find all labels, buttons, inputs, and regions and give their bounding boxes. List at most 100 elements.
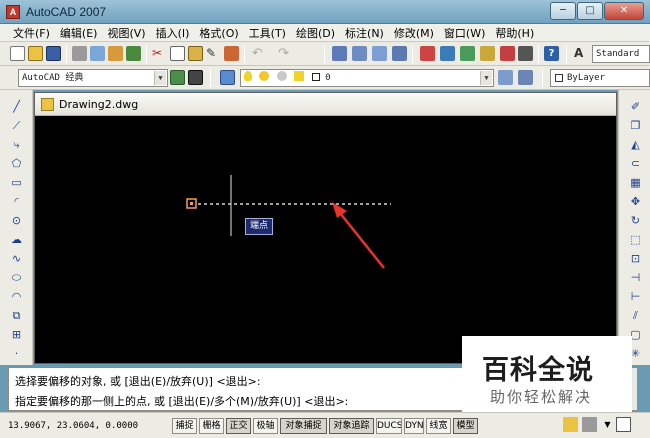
match-properties-icon[interactable]: ✎ xyxy=(206,46,221,61)
status-osnap-button[interactable]: 对象捕捉 xyxy=(280,418,327,434)
drawing-canvas[interactable]: 端点 xyxy=(35,116,616,365)
toolbar-separator xyxy=(542,69,543,87)
menu-insert[interactable]: 插入(I) xyxy=(151,25,195,41)
minimize-button[interactable]: ─ xyxy=(550,2,576,20)
calculator-icon[interactable] xyxy=(518,46,533,61)
workspace-save-icon[interactable] xyxy=(188,70,203,85)
chevron-down-icon[interactable]: ▼ xyxy=(480,71,492,85)
ellipse-icon[interactable]: ⬭ xyxy=(9,271,24,285)
status-polar-button[interactable]: 极轴 xyxy=(253,418,278,434)
cut-icon[interactable]: ✂ xyxy=(152,46,167,61)
watermark-subtitle: 助你轻松解决 xyxy=(490,388,593,406)
menu-help[interactable]: 帮助(H) xyxy=(490,25,539,41)
copy-object-icon[interactable]: ❐ xyxy=(628,119,643,133)
layer-select[interactable]: 0 ▼ xyxy=(240,69,494,87)
layer-manager-icon[interactable] xyxy=(220,70,235,85)
zoom-window-icon[interactable] xyxy=(372,46,387,61)
status-lineweight-button[interactable]: 线宽 xyxy=(426,418,451,434)
layer-previous-icon[interactable] xyxy=(518,70,533,85)
revision-cloud-icon[interactable]: ☁ xyxy=(9,233,24,247)
menu-view[interactable]: 视图(V) xyxy=(102,25,150,41)
print-icon[interactable] xyxy=(72,46,87,61)
properties-icon[interactable] xyxy=(420,46,435,61)
chevron-down-icon[interactable]: ▼ xyxy=(154,71,166,85)
status-snap-button[interactable]: 捕捉 xyxy=(172,418,197,434)
status-otrack-button[interactable]: 对象追踪 xyxy=(329,418,374,434)
status-model-button[interactable]: 模型 xyxy=(453,418,478,434)
save-icon[interactable] xyxy=(46,46,61,61)
array-icon[interactable]: ▦ xyxy=(628,176,643,190)
menu-format[interactable]: 格式(O) xyxy=(194,25,243,41)
arc-icon[interactable]: ◜ xyxy=(9,195,24,209)
menu-edit[interactable]: 编辑(E) xyxy=(55,25,103,41)
polyline-icon[interactable]: ⤷ xyxy=(9,138,24,152)
zoom-realtime-icon[interactable] xyxy=(352,46,367,61)
status-ducs-button[interactable]: DUCS xyxy=(376,418,402,434)
communication-center-icon[interactable] xyxy=(563,417,578,432)
polygon-icon[interactable]: ⬠ xyxy=(9,157,24,171)
trim-icon[interactable]: ⊣ xyxy=(628,271,643,285)
menu-file[interactable]: 文件(F) xyxy=(8,25,55,41)
copy-icon[interactable] xyxy=(170,46,185,61)
scale-icon[interactable]: ⬚ xyxy=(628,233,643,247)
status-grid-button[interactable]: 栅格 xyxy=(199,418,224,434)
close-button[interactable]: ✕ xyxy=(604,2,644,20)
drawing-file-icon xyxy=(41,98,54,111)
coordinate-readout[interactable]: 13.9067, 23.0604, 0.0000 xyxy=(8,418,168,434)
text-style-icon[interactable]: A xyxy=(574,46,589,61)
make-block-icon[interactable]: ⊞ xyxy=(9,328,24,342)
new-file-icon[interactable] xyxy=(10,46,25,61)
line-icon[interactable]: ╱ xyxy=(9,100,24,114)
open-file-icon[interactable] xyxy=(28,46,43,61)
sheet-set-icon[interactable] xyxy=(480,46,495,61)
workspace-select[interactable]: AutoCAD 经典 ▼ xyxy=(18,69,168,87)
spline-icon[interactable]: ∿ xyxy=(9,252,24,266)
offset-icon[interactable]: ⊂ xyxy=(628,157,643,171)
layer-name: 0 xyxy=(325,73,331,83)
pan-icon[interactable] xyxy=(332,46,347,61)
print-preview-icon[interactable] xyxy=(90,46,105,61)
rotate-icon[interactable]: ↻ xyxy=(628,214,643,228)
status-menu-chevron-icon[interactable]: ▼ xyxy=(600,417,615,432)
redo-icon[interactable]: ↷ xyxy=(278,46,293,61)
ellipse-arc-icon[interactable]: ◠ xyxy=(9,290,24,304)
insert-block-icon[interactable]: ⧉ xyxy=(9,309,24,323)
workspace-settings-icon[interactable] xyxy=(170,70,185,85)
watermark: 百科全说 助你轻松解决 xyxy=(462,336,632,412)
clean-screen-icon[interactable] xyxy=(616,417,631,432)
color-select[interactable]: ByLayer xyxy=(550,69,650,87)
text-style-select[interactable]: Standard xyxy=(592,45,650,63)
menu-window[interactable]: 窗口(W) xyxy=(439,25,490,41)
menu-modify[interactable]: 修改(M) xyxy=(389,25,439,41)
toolbar-lock-icon[interactable] xyxy=(582,417,597,432)
help-icon[interactable]: ? xyxy=(544,46,559,61)
extend-icon[interactable]: ⊢ xyxy=(628,290,643,304)
circle-icon[interactable]: ⊙ xyxy=(9,214,24,228)
design-center-icon[interactable] xyxy=(440,46,455,61)
command-prompt-line: 指定要偏移的那一侧上的点, 或 [退出(E)/多个(M)/放弃(U)] <退出>… xyxy=(15,395,349,408)
status-dyn-button[interactable]: DYN xyxy=(404,418,424,434)
move-icon[interactable]: ✥ xyxy=(628,195,643,209)
plot-icon[interactable] xyxy=(126,46,141,61)
stretch-icon[interactable]: ⊡ xyxy=(628,252,643,266)
undo-icon[interactable]: ↶ xyxy=(252,46,267,61)
zoom-previous-icon[interactable] xyxy=(392,46,407,61)
tool-palettes-icon[interactable] xyxy=(460,46,475,61)
markup-icon[interactable] xyxy=(500,46,515,61)
point-icon[interactable]: · xyxy=(9,347,24,361)
maximize-button[interactable]: □ xyxy=(577,2,603,20)
menu-draw[interactable]: 绘图(D) xyxy=(291,25,340,41)
paste-icon[interactable] xyxy=(188,46,203,61)
rectangle-icon[interactable]: ▭ xyxy=(9,176,24,190)
block-editor-icon[interactable] xyxy=(224,46,239,61)
break-icon[interactable]: ⫽ xyxy=(628,309,643,323)
autocad-app-icon[interactable]: A xyxy=(6,5,20,19)
publish-icon[interactable] xyxy=(108,46,123,61)
make-layer-current-icon[interactable] xyxy=(498,70,513,85)
status-ortho-button[interactable]: 正交 xyxy=(226,418,251,434)
menu-dimension[interactable]: 标注(N) xyxy=(340,25,389,41)
menu-tools[interactable]: 工具(T) xyxy=(244,25,291,41)
mirror-icon[interactable]: ◭ xyxy=(628,138,643,152)
erase-icon[interactable]: ✐ xyxy=(628,100,643,114)
construction-line-icon[interactable]: ⟋ xyxy=(9,119,24,133)
